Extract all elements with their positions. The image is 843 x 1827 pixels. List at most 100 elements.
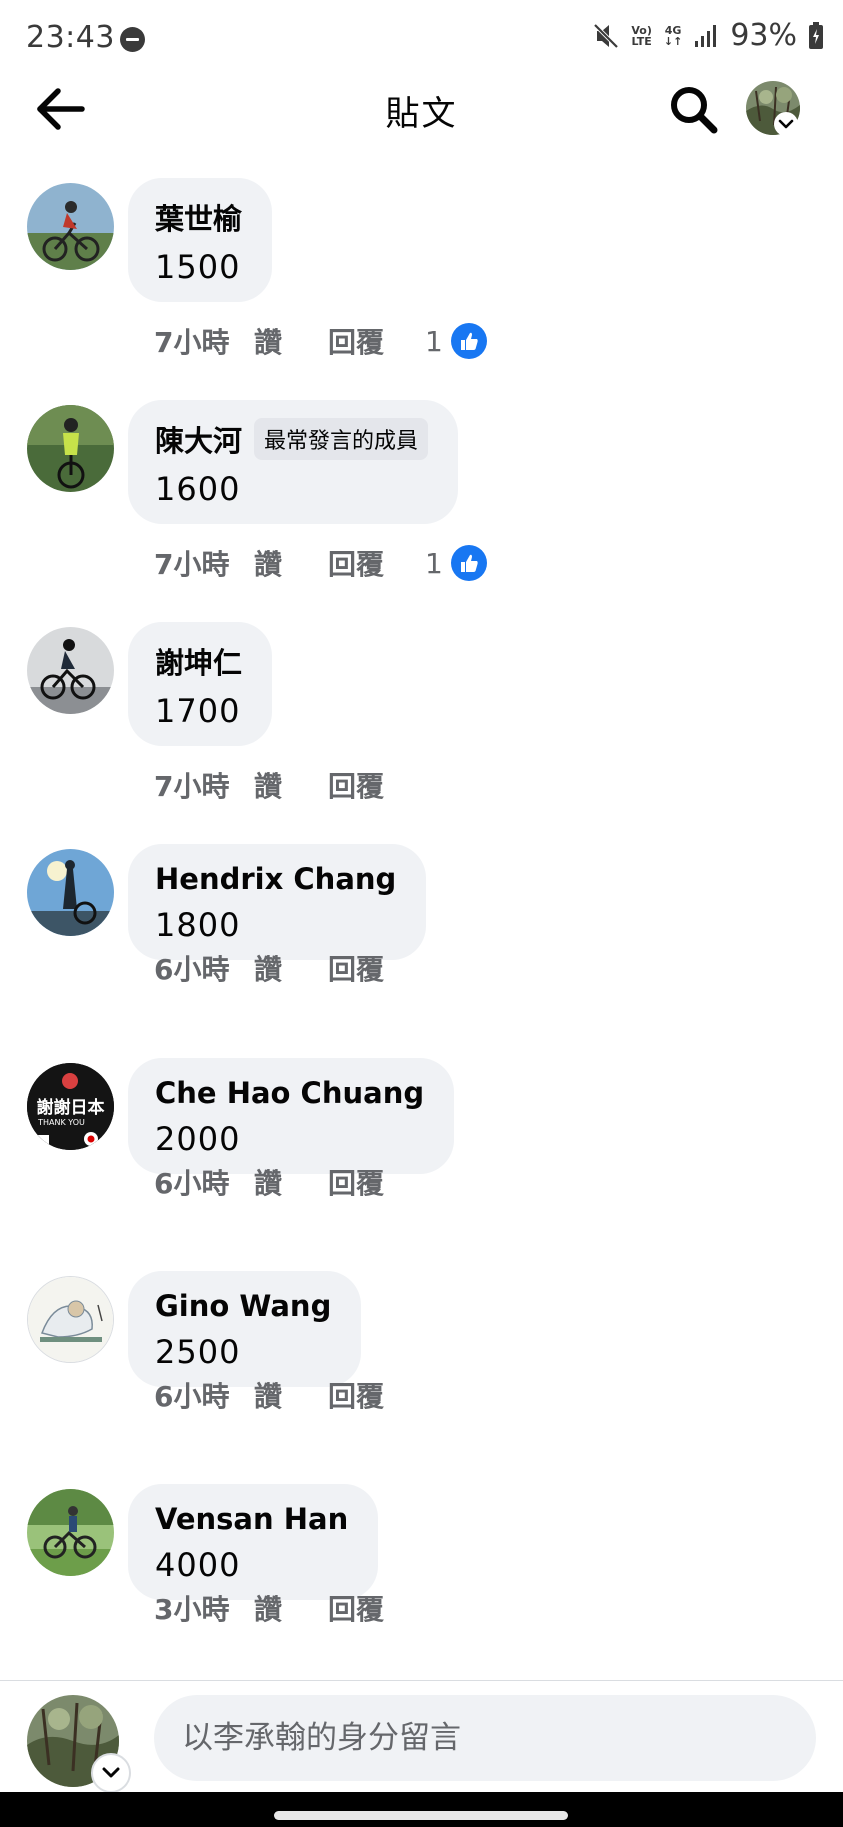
reply-button[interactable]: 回覆 — [328, 1162, 423, 1202]
chevron-down-icon — [102, 1767, 120, 1778]
like-button[interactable]: 讚 — [254, 765, 328, 805]
commenter-avatar[interactable] — [27, 183, 114, 270]
comment-header: 葉世榆 — [155, 196, 242, 238]
like-button[interactable]: 讚 — [254, 543, 328, 583]
like-button[interactable]: 讚 — [254, 1588, 328, 1628]
comment-text: 4000 — [155, 1546, 241, 1584]
comment-composer — [0, 1680, 843, 1793]
commenter-avatar[interactable] — [27, 1489, 114, 1576]
volte-top-label: Vo) — [631, 23, 652, 37]
comment-text: 1600 — [155, 470, 241, 508]
comment-timestamp[interactable]: 7小時 — [154, 765, 254, 805]
comment-actions: 6小時 讚 回覆 — [154, 1162, 423, 1202]
commenter-avatar[interactable] — [27, 627, 114, 714]
comment-bubble: Vensan Han 4000 — [128, 1484, 379, 1600]
comment-input[interactable] — [154, 1695, 816, 1781]
commenter-avatar[interactable]: 謝謝日本 THANK YOU — [27, 1063, 114, 1150]
battery-percent: 93% — [730, 18, 797, 53]
search-icon — [671, 87, 718, 134]
like-button[interactable]: 讚 — [254, 948, 328, 988]
comment-timestamp[interactable]: 3小時 — [154, 1588, 254, 1628]
comment-bubble: Che Hao Chuang 2000 — [128, 1058, 455, 1174]
search-button[interactable] — [668, 84, 720, 136]
reply-button[interactable]: 回覆 — [328, 321, 423, 361]
comment-bubble: Gino Wang 2500 — [128, 1271, 362, 1387]
avatar-logo: 謝謝日本 THANK YOU — [27, 1099, 114, 1128]
home-gesture-handle[interactable] — [274, 1811, 568, 1820]
reply-button[interactable]: 回覆 — [328, 765, 423, 805]
comment-timestamp[interactable]: 6小時 — [154, 948, 254, 988]
comment-actions: 6小時 讚 回覆 — [154, 1375, 423, 1415]
comment-bubble: 謝坤仁 1700 — [128, 622, 273, 746]
comment-header: Hendrix Chang — [155, 862, 396, 896]
commenter-name[interactable]: 謝坤仁 — [155, 640, 242, 682]
battery-icon — [809, 22, 823, 49]
comment-actions: 7小時 讚 回覆 1 — [154, 321, 487, 361]
thumbs-up-icon — [450, 545, 487, 581]
app-header: 貼文 — [0, 72, 843, 146]
commenter-name[interactable]: 陳大河 — [155, 418, 242, 460]
comment-header: Che Hao Chuang — [155, 1076, 424, 1110]
network-activity-label: ↓↑ — [663, 34, 683, 48]
commenter-avatar[interactable] — [27, 1276, 114, 1363]
chevron-down-icon — [778, 119, 794, 129]
comment-timestamp[interactable]: 6小時 — [154, 1162, 254, 1202]
comment-bubble: Hendrix Chang 1800 — [128, 844, 427, 960]
identity-switch-button[interactable] — [91, 1753, 131, 1793]
status-bar: 23:43 Vo) LTE 4G ↓↑ 93% — [0, 0, 843, 72]
avatar — [27, 849, 114, 936]
commenter-avatar[interactable] — [27, 849, 114, 936]
comment-actions: 7小時 讚 回覆 1 — [154, 543, 487, 583]
system-nav-bar — [0, 1792, 843, 1827]
commenter-name[interactable]: Hendrix Chang — [155, 862, 396, 896]
comment-header: Vensan Han — [155, 1502, 348, 1536]
reply-button[interactable]: 回覆 — [328, 1588, 423, 1628]
account-switch-button[interactable] — [774, 112, 798, 136]
comment-bubble: 葉世榆 1500 — [128, 178, 273, 302]
avatar — [27, 1489, 114, 1576]
comment-timestamp[interactable]: 7小時 — [154, 543, 254, 583]
comment-bubble: 陳大河 最常發言的成員 1600 — [128, 400, 459, 524]
comment-text: 1500 — [155, 248, 241, 286]
avatar-logo-line2: THANK YOU — [38, 1118, 85, 1127]
commenter-name[interactable]: Gino Wang — [155, 1289, 331, 1323]
comment-actions: 6小時 讚 回覆 — [154, 948, 423, 988]
reaction-summary[interactable]: 1 — [425, 545, 487, 581]
reply-button[interactable]: 回覆 — [328, 543, 423, 583]
signal-icon — [695, 24, 717, 47]
comment-actions: 7小時 讚 回覆 — [154, 765, 423, 805]
like-button[interactable]: 讚 — [254, 1162, 328, 1202]
commenter-name[interactable]: Vensan Han — [155, 1502, 348, 1536]
dnd-icon — [120, 27, 145, 52]
network-type-label: 4G — [664, 23, 682, 37]
reaction-count: 1 — [425, 546, 443, 580]
comment-timestamp[interactable]: 6小時 — [154, 1375, 254, 1415]
avatar — [27, 183, 114, 270]
comment-text: 2000 — [155, 1120, 241, 1158]
status-time: 23:43 — [26, 20, 115, 55]
thumbs-up-icon — [450, 323, 487, 359]
comment-actions: 3小時 讚 回覆 — [154, 1588, 423, 1628]
reaction-summary[interactable]: 1 — [425, 323, 487, 359]
comment-text: 1700 — [155, 692, 241, 730]
commenter-name[interactable]: Che Hao Chuang — [155, 1076, 424, 1110]
avatar-logo-line1: 謝謝日本 — [36, 1098, 105, 1118]
comment-timestamp[interactable]: 7小時 — [154, 321, 254, 361]
top-contributor-badge[interactable]: 最常發言的成員 — [254, 418, 429, 460]
network-4g-indicator: 4G ↓↑ — [664, 25, 682, 47]
comment-header: 謝坤仁 — [155, 640, 242, 682]
volte-bottom-label: LTE — [631, 34, 652, 48]
like-button[interactable]: 讚 — [254, 321, 328, 361]
commenter-name[interactable]: 葉世榆 — [155, 196, 242, 238]
comment-header: Gino Wang — [155, 1289, 331, 1323]
like-button[interactable]: 讚 — [254, 1375, 328, 1415]
avatar — [27, 405, 114, 492]
status-icons: Vo) LTE 4G ↓↑ 93% — [593, 18, 823, 53]
mute-icon — [593, 23, 619, 48]
reply-button[interactable]: 回覆 — [328, 948, 423, 988]
volte-indicator: Vo) LTE — [631, 25, 652, 47]
reaction-count: 1 — [425, 324, 443, 358]
comment-header: 陳大河 最常發言的成員 — [155, 418, 429, 460]
reply-button[interactable]: 回覆 — [328, 1375, 423, 1415]
commenter-avatar[interactable] — [27, 405, 114, 492]
